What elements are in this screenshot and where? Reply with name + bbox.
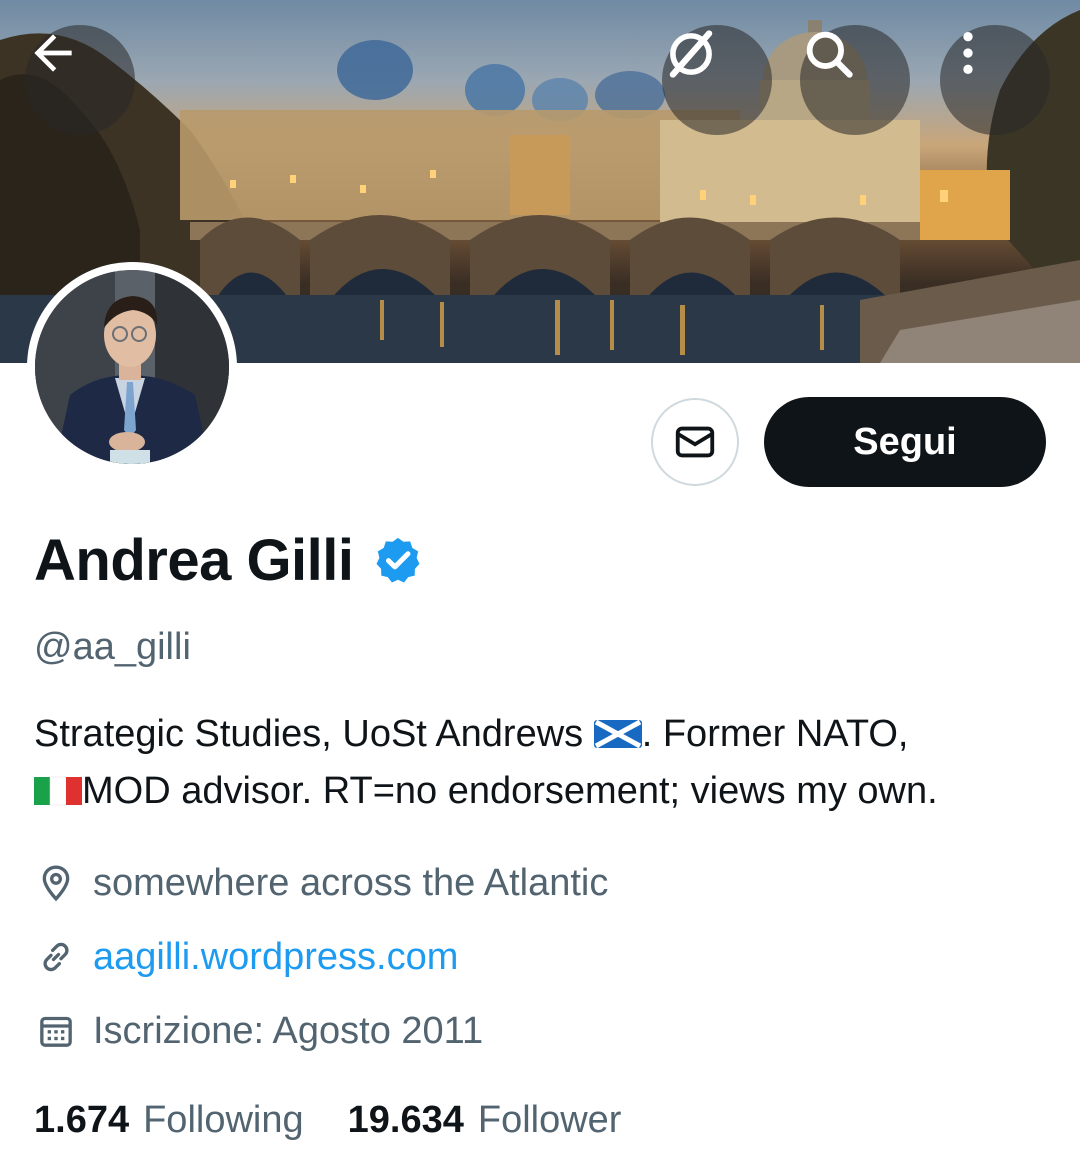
more-button[interactable]	[940, 25, 1050, 135]
following-count: 1.674	[34, 1098, 130, 1141]
username-handle: @aa_gilli	[34, 626, 191, 668]
location-text: somewhere across the Atlantic	[93, 861, 609, 904]
join-date-row: Iscrizione: Agosto 2011	[34, 1006, 483, 1056]
envelope-icon	[675, 426, 715, 458]
bio: Strategic Studies, UoSt Andrews . Former…	[34, 706, 1064, 820]
search-icon	[806, 31, 853, 78]
display-name: Andrea Gilli	[34, 527, 354, 593]
location-row: somewhere across the Atlantic	[34, 858, 608, 908]
search-button[interactable]	[800, 25, 910, 135]
more-vertical-icon	[963, 32, 973, 74]
website-link[interactable]: aagilli.wordpress.com	[93, 936, 458, 979]
location-pin-icon	[42, 865, 70, 902]
link-icon	[43, 942, 69, 972]
grok-button[interactable]	[662, 25, 772, 135]
arrow-left-icon	[34, 34, 72, 72]
avatar[interactable]	[27, 262, 237, 472]
back-button[interactable]	[25, 25, 135, 135]
scotland-flag-icon	[593, 719, 642, 749]
follow-counts: 1.674 Following 19.634 Follower	[34, 1092, 621, 1148]
bio-text: MOD advisor. RT=no endorsement; views my…	[82, 770, 938, 812]
following-link[interactable]: 1.674 Following	[34, 1099, 304, 1142]
slashed-circle-icon	[669, 30, 713, 78]
join-date-text: Iscrizione: Agosto 2011	[93, 1009, 484, 1052]
follow-button[interactable]: Segui	[764, 397, 1046, 487]
followers-label: Follower	[477, 1098, 622, 1141]
bio-text: . Former NATO,	[641, 713, 909, 755]
following-label: Following	[143, 1098, 304, 1141]
verified-badge-icon[interactable]	[372, 534, 424, 586]
calendar-icon	[40, 1016, 72, 1047]
avatar-image	[35, 270, 229, 464]
followers-link[interactable]: 19.634 Follower	[348, 1099, 622, 1142]
website-row: aagilli.wordpress.com	[34, 932, 458, 982]
bio-text: Strategic Studies, UoSt Andrews	[34, 713, 594, 755]
italy-flag-icon	[34, 776, 82, 806]
followers-count: 19.634	[347, 1098, 464, 1141]
name-row: Andrea Gilli	[34, 520, 424, 600]
message-button[interactable]	[651, 398, 739, 486]
